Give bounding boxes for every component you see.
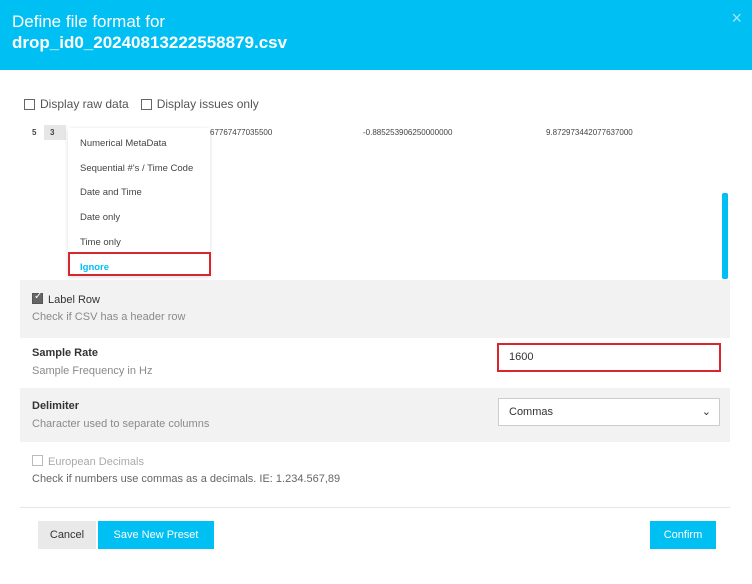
chevron-down-icon: ⌄ — [701, 406, 711, 418]
menu-item-time-only[interactable]: Time only — [80, 237, 121, 248]
data-cell-col3: 9.872973442077637000 — [546, 128, 633, 137]
display-issues-only-checkbox[interactable] — [140, 98, 152, 110]
european-decimals-checkbox[interactable] — [32, 455, 43, 466]
label-row-label[interactable]: Label Row — [48, 294, 100, 306]
save-new-preset-button[interactable]: Save New Preset — [98, 521, 214, 549]
display-raw-data-label[interactable]: Display raw data — [40, 97, 129, 111]
label-row-title: Label Row — [32, 291, 100, 306]
delimiter-select[interactable]: Commas ⌄ — [498, 398, 720, 426]
european-decimals-section: European Decimals Check if numbers use c… — [20, 442, 730, 502]
cancel-button[interactable]: Cancel — [38, 521, 96, 549]
label-row-description: Check if CSV has a header row — [32, 311, 186, 323]
display-issues-only-label[interactable]: Display issues only — [157, 97, 259, 111]
preview-scrollbar[interactable] — [722, 193, 728, 279]
european-decimals-label: European Decimals — [48, 456, 144, 468]
delimiter-description: Character used to separate columns — [32, 418, 210, 430]
sample-rate-highlight-box — [497, 343, 721, 372]
menu-item-numerical-metadata[interactable]: Numerical MetaData — [80, 138, 167, 149]
row-index: 5 — [32, 128, 37, 137]
menu-item-sequential-time-code[interactable]: Sequential #'s / Time Code — [80, 163, 193, 174]
european-decimals-title: European Decimals — [32, 455, 144, 468]
sample-rate-title: Sample Rate — [32, 347, 99, 359]
data-cell-col1: 67767477035500 — [210, 128, 273, 137]
menu-item-date-only[interactable]: Date only — [80, 212, 120, 223]
european-decimals-description: Check if numbers use commas as a decimal… — [32, 473, 341, 485]
delimiter-select-value: Commas — [509, 406, 554, 418]
label-row-checkbox[interactable] — [32, 291, 43, 304]
dialog-title-line1: Define file format for — [12, 12, 166, 31]
delimiter-section: Delimiter Character used to separate col… — [20, 388, 730, 442]
display-options: Display raw data Display issues only — [24, 97, 271, 111]
footer-divider — [20, 507, 730, 508]
label-row-section: Label Row Check if CSV has a header row — [20, 280, 730, 338]
confirm-button[interactable]: Confirm — [650, 521, 716, 549]
sample-rate-description: Sample Frequency in Hz — [32, 365, 153, 377]
close-icon[interactable]: × — [731, 8, 742, 29]
ignore-highlight-box — [68, 252, 211, 276]
data-cell-col2: -0.885253906250000000 — [363, 128, 453, 137]
dialog-title-filename: drop_id0_20240813222558879.csv — [12, 33, 288, 52]
menu-item-date-and-time[interactable]: Date and Time — [80, 187, 142, 198]
dialog-header: Define file format for drop_id0_20240813… — [0, 0, 752, 70]
delimiter-title: Delimiter — [32, 400, 80, 412]
display-raw-data-checkbox[interactable] — [24, 98, 35, 110]
column-type-cell[interactable]: 3 — [44, 125, 66, 140]
